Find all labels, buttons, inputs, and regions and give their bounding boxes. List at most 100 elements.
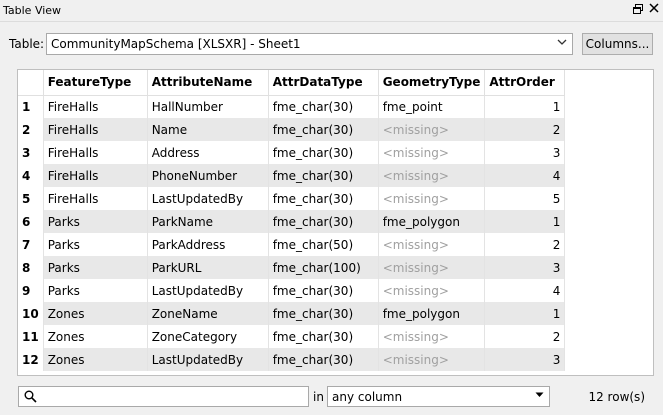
cell-geometrytype[interactable]: <missing> <box>378 256 486 279</box>
cell-attrorder[interactable]: 4 <box>484 164 566 187</box>
table-row[interactable]: 2 FireHalls Name fme_char(30) <missing> 2 <box>18 118 566 141</box>
close-icon[interactable] <box>647 3 661 17</box>
cell-attrorder[interactable]: 5 <box>484 187 566 210</box>
table-row[interactable]: 1 FireHalls HallNumber fme_char(30) fme_poin… <box>18 95 566 118</box>
cell-attrdatatype[interactable]: fme_char(30) <box>268 302 379 325</box>
row-number[interactable]: 6 <box>18 210 44 233</box>
cell-attrdatatype[interactable]: fme_char(30) <box>268 187 379 210</box>
cell-attributename[interactable]: HallNumber <box>147 95 269 118</box>
cell-attrdatatype[interactable]: fme_char(50) <box>268 233 379 256</box>
chevron-down-icon[interactable] <box>556 37 568 51</box>
cell-attrdatatype[interactable]: fme_char(30) <box>268 210 379 233</box>
cell-featuretype[interactable]: FireHalls <box>43 118 148 141</box>
cell-attrdatatype[interactable]: fme_char(100) <box>268 256 379 279</box>
column-header-geometrytype[interactable]: GeometryType <box>378 70 486 96</box>
cell-attrdatatype[interactable]: fme_char(30) <box>268 279 379 302</box>
cell-attributename[interactable]: ZoneCategory <box>147 325 269 348</box>
cell-featuretype[interactable]: FireHalls <box>43 95 148 118</box>
table-row[interactable]: 7 Parks ParkAddress fme_char(50) <missing> 2 <box>18 233 566 256</box>
cell-attrdatatype[interactable]: fme_char(30) <box>268 141 379 164</box>
data-grid[interactable]: FeatureType AttributeName AttrDataType G… <box>17 69 654 376</box>
cell-featuretype[interactable]: Parks <box>43 233 148 256</box>
search-input[interactable] <box>43 388 305 405</box>
cell-attributename[interactable]: Address <box>147 141 269 164</box>
cell-attributename[interactable]: LastUpdatedBy <box>147 279 269 302</box>
cell-attributename[interactable]: Name <box>147 118 269 141</box>
table-row[interactable]: 12 Zones LastUpdatedBy fme_char(30) <missing… <box>18 348 566 371</box>
cell-attrorder[interactable]: 1 <box>484 95 566 118</box>
search-box[interactable] <box>18 386 309 407</box>
cell-geometrytype[interactable]: <missing> <box>378 325 486 348</box>
cell-attributename[interactable]: PhoneNumber <box>147 164 269 187</box>
column-filter-select[interactable]: any column <box>327 386 550 407</box>
row-number[interactable]: 10 <box>18 302 44 325</box>
row-number[interactable]: 12 <box>18 348 44 371</box>
cell-geometrytype[interactable]: <missing> <box>378 348 486 371</box>
column-header-attrdatatype[interactable]: AttrDataType <box>268 70 379 96</box>
cell-geometrytype[interactable]: <missing> <box>378 187 486 210</box>
cell-attrorder[interactable]: 2 <box>484 325 566 348</box>
table-select[interactable]: CommunityMapSchema [XLSXR] - Sheet1 <box>46 33 573 55</box>
column-header-attributename[interactable]: AttributeName <box>147 70 269 96</box>
cell-attrdatatype[interactable]: fme_char(30) <box>268 348 379 371</box>
cell-attrorder[interactable]: 1 <box>484 210 566 233</box>
cell-attrdatatype[interactable]: fme_char(30) <box>268 164 379 187</box>
row-number[interactable]: 2 <box>18 118 44 141</box>
table-row[interactable]: 10 Zones ZoneName fme_char(30) fme_polygon 1 <box>18 302 566 325</box>
cell-attrorder[interactable]: 2 <box>484 118 566 141</box>
cell-featuretype[interactable]: FireHalls <box>43 141 148 164</box>
cell-featuretype[interactable]: Zones <box>43 348 148 371</box>
cell-attrorder[interactable]: 2 <box>484 233 566 256</box>
table-row[interactable]: 5 FireHalls LastUpdatedBy fme_char(30) <miss… <box>18 187 566 210</box>
cell-attributename[interactable]: ParkName <box>147 210 269 233</box>
cell-geometrytype[interactable]: fme_point <box>378 95 486 118</box>
row-number[interactable]: 8 <box>18 256 44 279</box>
column-header-attrorder[interactable]: AttrOrder <box>484 70 566 96</box>
cell-featuretype[interactable]: Parks <box>43 279 148 302</box>
cell-geometrytype[interactable]: <missing> <box>378 164 486 187</box>
cell-attrorder[interactable]: 3 <box>484 141 566 164</box>
cell-attrorder[interactable]: 3 <box>484 256 566 279</box>
table-row[interactable]: 4 FireHalls PhoneNumber fme_char(30) <missin… <box>18 164 566 187</box>
column-header-featuretype[interactable]: FeatureType <box>43 70 148 96</box>
restore-window-icon[interactable] <box>631 3 645 17</box>
cell-featuretype[interactable]: FireHalls <box>43 187 148 210</box>
row-number[interactable]: 5 <box>18 187 44 210</box>
cell-featuretype[interactable]: Parks <box>43 210 148 233</box>
table-row[interactable]: 11 Zones ZoneCategory fme_char(30) <missing>… <box>18 325 566 348</box>
table-row[interactable]: 8 Parks ParkURL fme_char(100) <missing> 3 <box>18 256 566 279</box>
row-number[interactable]: 4 <box>18 164 44 187</box>
cell-geometrytype[interactable]: <missing> <box>378 233 486 256</box>
cell-attributename[interactable]: LastUpdatedBy <box>147 348 269 371</box>
cell-attrorder[interactable]: 1 <box>484 302 566 325</box>
cell-geometrytype[interactable]: <missing> <box>378 141 486 164</box>
row-number[interactable]: 3 <box>18 141 44 164</box>
cell-attributename[interactable]: LastUpdatedBy <box>147 187 269 210</box>
cell-attributename[interactable]: ParkURL <box>147 256 269 279</box>
dropdown-arrow-icon[interactable] <box>533 390 545 404</box>
cell-geometrytype[interactable]: fme_polygon <box>378 302 486 325</box>
cell-geometrytype[interactable]: fme_polygon <box>378 210 486 233</box>
cell-attrdatatype[interactable]: fme_char(30) <box>268 325 379 348</box>
table-row[interactable]: 9 Parks LastUpdatedBy fme_char(30) <missing>… <box>18 279 566 302</box>
columns-button[interactable]: Columns... <box>582 33 653 55</box>
row-number[interactable]: 1 <box>18 95 44 118</box>
row-number[interactable]: 7 <box>18 233 44 256</box>
cell-attrorder[interactable]: 4 <box>484 279 566 302</box>
table-row[interactable]: 6 Parks ParkName fme_char(30) fme_polygon 1 <box>18 210 566 233</box>
cell-attributename[interactable]: ParkAddress <box>147 233 269 256</box>
row-number[interactable]: 11 <box>18 325 44 348</box>
cell-attrdatatype[interactable]: fme_char(30) <box>268 95 379 118</box>
row-number[interactable]: 9 <box>18 279 44 302</box>
corner-header[interactable] <box>18 70 44 96</box>
cell-geometrytype[interactable]: <missing> <box>378 279 486 302</box>
cell-featuretype[interactable]: Zones <box>43 325 148 348</box>
cell-featuretype[interactable]: FireHalls <box>43 164 148 187</box>
cell-featuretype[interactable]: Zones <box>43 302 148 325</box>
cell-featuretype[interactable]: Parks <box>43 256 148 279</box>
cell-attrdatatype[interactable]: fme_char(30) <box>268 118 379 141</box>
table-row[interactable]: 3 FireHalls Address fme_char(30) <missing> 3 <box>18 141 566 164</box>
cell-attrorder[interactable]: 3 <box>484 348 566 371</box>
cell-geometrytype[interactable]: <missing> <box>378 118 486 141</box>
cell-attributename[interactable]: ZoneName <box>147 302 269 325</box>
